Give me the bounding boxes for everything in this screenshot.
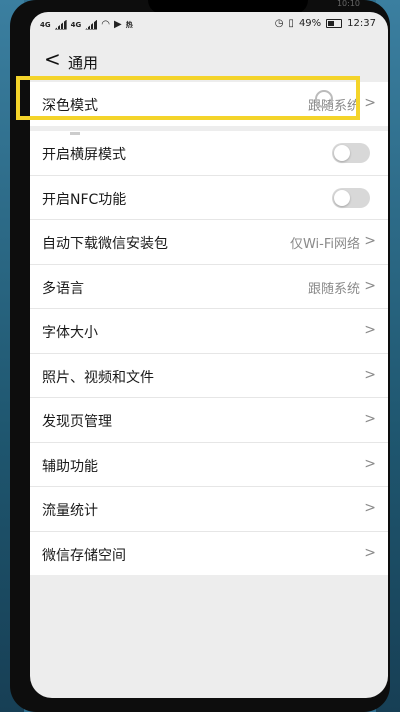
discover-label: 发现页管理 — [42, 414, 112, 430]
nfc-label: 开启NFC功能 — [42, 191, 127, 208]
chevron-right-icon: > — [364, 322, 376, 338]
toggle-knob — [334, 189, 350, 206]
chevron-right-icon: > — [364, 455, 376, 472]
ghost-time: 10:10 — [336, 0, 360, 8]
traffic-label: 流量统计 — [42, 503, 98, 519]
chevron-right-icon: > — [364, 277, 376, 294]
setting-nfc: 开启NFC功能 — [30, 176, 388, 220]
language-label: 多语言 — [42, 280, 84, 297]
setting-storage[interactable]: 微信存储空间 > — [30, 532, 388, 576]
vibrate-icon: ▯ — [288, 18, 294, 29]
battery-icon — [326, 19, 343, 28]
chevron-right-icon: > — [364, 233, 376, 249]
language-value: 跟随系统 — [307, 281, 360, 297]
dark-mode-label: 深色模式 — [42, 98, 98, 114]
setting-language[interactable]: 多语言 跟随系统 > — [30, 265, 388, 309]
scroll-mark — [70, 132, 80, 135]
chevron-right-icon: > — [364, 366, 376, 383]
status-time: 12:37 — [347, 18, 376, 29]
setting-dark-mode[interactable]: 深色模式 跟随系统 > — [30, 82, 388, 126]
toggle-knob — [334, 145, 350, 161]
setting-media[interactable]: 照片、视频和文件 > — [30, 354, 388, 398]
storage-label: 微信存储空间 — [42, 547, 126, 564]
battery-percent: 49% — [298, 18, 322, 29]
auto-download-value: 仅Wi-Fi网络 — [289, 237, 360, 252]
header: < 通用 — [30, 38, 388, 82]
setting-accessibility[interactable]: 辅助功能 > — [30, 443, 388, 487]
landscape-toggle[interactable] — [332, 143, 370, 163]
nfc-toggle[interactable] — [332, 187, 370, 208]
page-title: 通用 — [68, 54, 99, 72]
status-bar: 4G 4G ◠ ▶ 热 ◷ ▯ 49% 12:37 — [30, 12, 388, 38]
accessibility-label: 辅助功能 — [42, 458, 98, 475]
setting-landscape: 开启横屏模式 — [30, 131, 388, 176]
signal-label-2: 4G — [70, 20, 82, 29]
back-icon[interactable]: < — [44, 49, 61, 69]
chevron-right-icon: > — [364, 95, 376, 111]
video-icon: ▶ — [113, 19, 122, 30]
touch-indicator — [315, 90, 333, 108]
settings-group-1: 深色模式 跟随系统 > — [30, 82, 388, 126]
setting-traffic[interactable]: 流量统计 > — [30, 487, 388, 532]
app-badge: 热 — [125, 20, 133, 29]
chevron-right-icon: > — [364, 411, 376, 427]
media-label: 照片、视频和文件 — [42, 369, 154, 386]
settings-group-2: 开启横屏模式 开启NFC功能 自动下载微信安装包 仅Wi-Fi网络 > 多语言 … — [30, 131, 388, 575]
landscape-label: 开启横屏模式 — [42, 147, 126, 163]
wifi-icon: ◠ — [101, 19, 110, 30]
signal-icon-2 — [85, 19, 98, 30]
setting-auto-download[interactable]: 自动下载微信安装包 仅Wi-Fi网络 > — [30, 220, 388, 265]
alarm-icon: ◷ — [274, 18, 284, 29]
chevron-right-icon: > — [364, 500, 376, 516]
signal-icon-1 — [54, 19, 67, 30]
chevron-right-icon: > — [364, 544, 376, 561]
screen: 4G 4G ◠ ▶ 热 ◷ ▯ 49% 12:37 < 通用 深色模式 跟随系统… — [30, 12, 388, 698]
auto-download-label: 自动下载微信安装包 — [42, 236, 168, 252]
font-size-label: 字体大小 — [42, 325, 98, 341]
setting-font-size[interactable]: 字体大小 > — [30, 309, 388, 354]
signal-label-1: 4G — [40, 20, 51, 29]
setting-discover[interactable]: 发现页管理 > — [30, 398, 388, 443]
phone-frame: 10:10 4G 4G ◠ ▶ 热 ◷ ▯ 49% 12:37 < 通用 深色模… — [10, 0, 390, 712]
